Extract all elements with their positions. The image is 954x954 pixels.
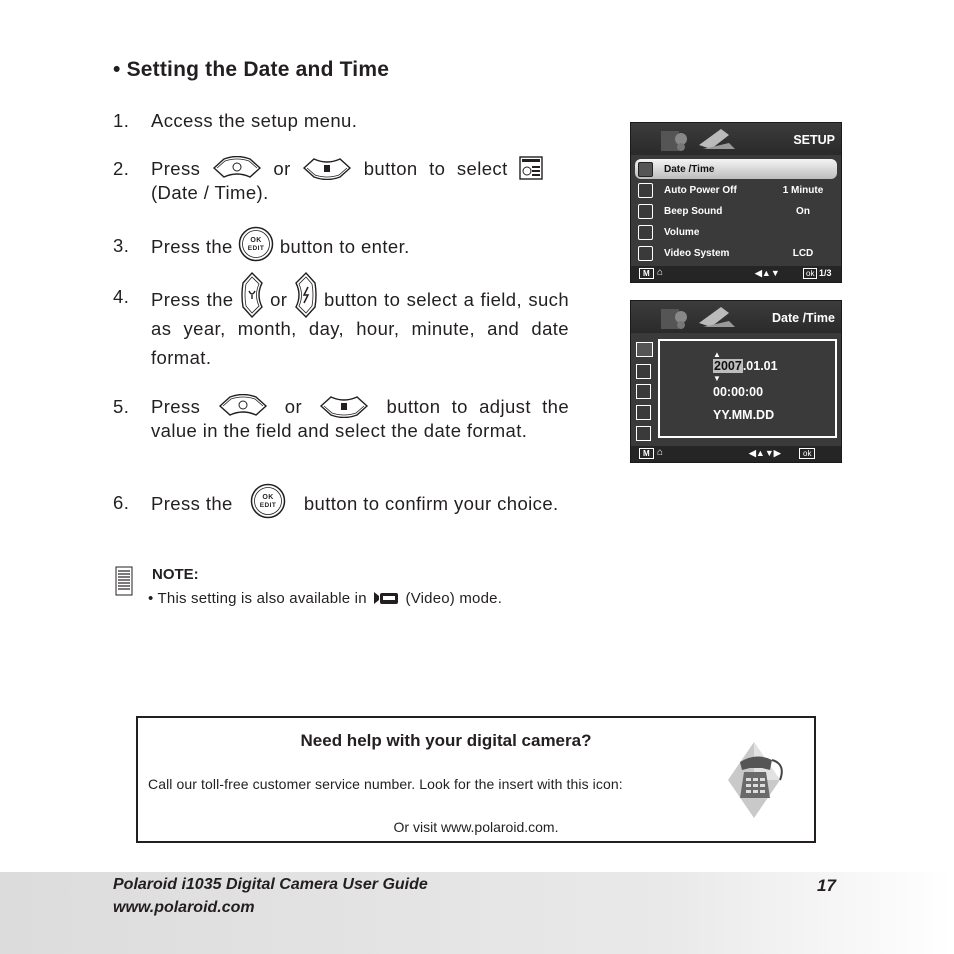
step-1: 1. Access the setup menu. [113,110,358,131]
nav-arrows-icon: ◀▲▼▶ [749,448,781,458]
power-icon [636,364,651,379]
page-indicator: 1/3 [819,268,832,278]
macro-button-icon [241,272,263,319]
screen-header: SETUP [631,123,841,155]
increase-arrow-icon[interactable]: ▲ [713,350,721,359]
step-6: 6. Press the button to confirm your choi… [113,491,569,519]
date-time-icon [519,156,543,180]
ok-key-icon: ok [803,268,818,279]
video-mode-icon [374,591,399,604]
setup-row-date-time[interactable]: Date /Time [635,159,837,179]
delete-button-icon [319,394,369,418]
date-time-editor: ▲ 2007.01.01 ▼ 00:00:00 YY.MM.DD [658,339,837,438]
camera-tools-icon [661,307,735,329]
date-format-field[interactable]: YY.MM.DD [713,408,774,422]
timer-button-icon [212,156,262,180]
step-2: 2. Press or button to select (Date / Tim… [113,157,569,205]
step-3: 3. Press the button to enter. [113,234,569,262]
screen-title: SETUP [793,133,835,147]
month-day-field[interactable]: .01.01 [743,359,778,373]
step-4: 4. Press the or button to select a field… [113,272,569,372]
screen-title: Date /Time [772,311,835,325]
page-footer: Polaroid i1035 Digital Camera User Guide… [0,872,954,954]
footer-guide-title: Polaroid i1035 Digital Camera User Guide [113,876,428,893]
telephone-icon [728,742,783,818]
footer-url[interactable]: www.polaroid.com [113,899,255,917]
setup-row-video-system[interactable]: Video System LCD [635,243,837,263]
delete-button-icon [302,156,352,180]
home-icon: ⌂ [657,447,664,458]
note-icon [115,566,133,596]
note-text: • This setting is also available in (Vid… [148,590,503,607]
note-label: NOTE: [152,566,199,583]
setup-screen: SETUP Date /Time Auto Power Off 1 Minute… [630,122,842,283]
power-icon [638,183,653,198]
setup-row-volume[interactable]: Volume [635,222,837,242]
timer-button-icon [218,394,268,418]
setup-row-beep-sound[interactable]: Beep Sound On [635,201,837,221]
ok-key-icon: ok [799,448,816,459]
date-time-icon [638,162,653,177]
screen-status-bar: M ⌂ ◀▲▼ ok 1/3 [631,266,841,282]
screen-status-bar: M ⌂ ◀▲▼▶ ok [631,446,841,462]
help-visit-text[interactable]: Or visit www.polaroid.com. [138,819,814,835]
year-field[interactable]: 2007 [713,359,743,373]
step-5: 5. Press or button to adjust the value i… [113,394,570,441]
ok-edit-button-icon [250,483,286,519]
section-heading: • Setting the Date and Time [113,58,390,81]
speaker-icon [636,384,651,399]
nav-arrows-icon: ◀▲▼ [755,268,780,278]
flash-button-icon [294,272,317,319]
help-call-text: Call our toll-free customer service numb… [148,776,623,792]
menu-key-icon: M [639,448,654,459]
date-time-icon [636,342,653,357]
speaker-icon [638,204,653,219]
screen-header: Date /Time [631,301,841,333]
camera-tools-icon [661,129,735,151]
menu-key-icon: M [639,268,654,279]
date-time-screen: Date /Time ▲ 2007.01.01 ▼ 00:00:00 YY.MM… [630,300,842,463]
home-icon: ⌂ [657,267,664,278]
tv-icon [638,246,653,261]
setup-row-auto-power-off[interactable]: Auto Power Off 1 Minute [635,180,837,200]
help-title: Need help with your digital camera? [300,731,592,750]
ok-edit-button-icon [238,226,274,262]
date-field: 2007.01.01 [713,359,778,373]
time-field[interactable]: 00:00:00 [713,385,763,399]
decrease-arrow-icon[interactable]: ▼ [713,374,721,383]
volume-bars-icon [636,405,651,420]
help-box: Need help with your digital camera? Call… [136,716,816,843]
page-number: 17 [817,876,836,895]
volume-bars-icon [638,225,653,240]
tv-icon [636,426,651,441]
